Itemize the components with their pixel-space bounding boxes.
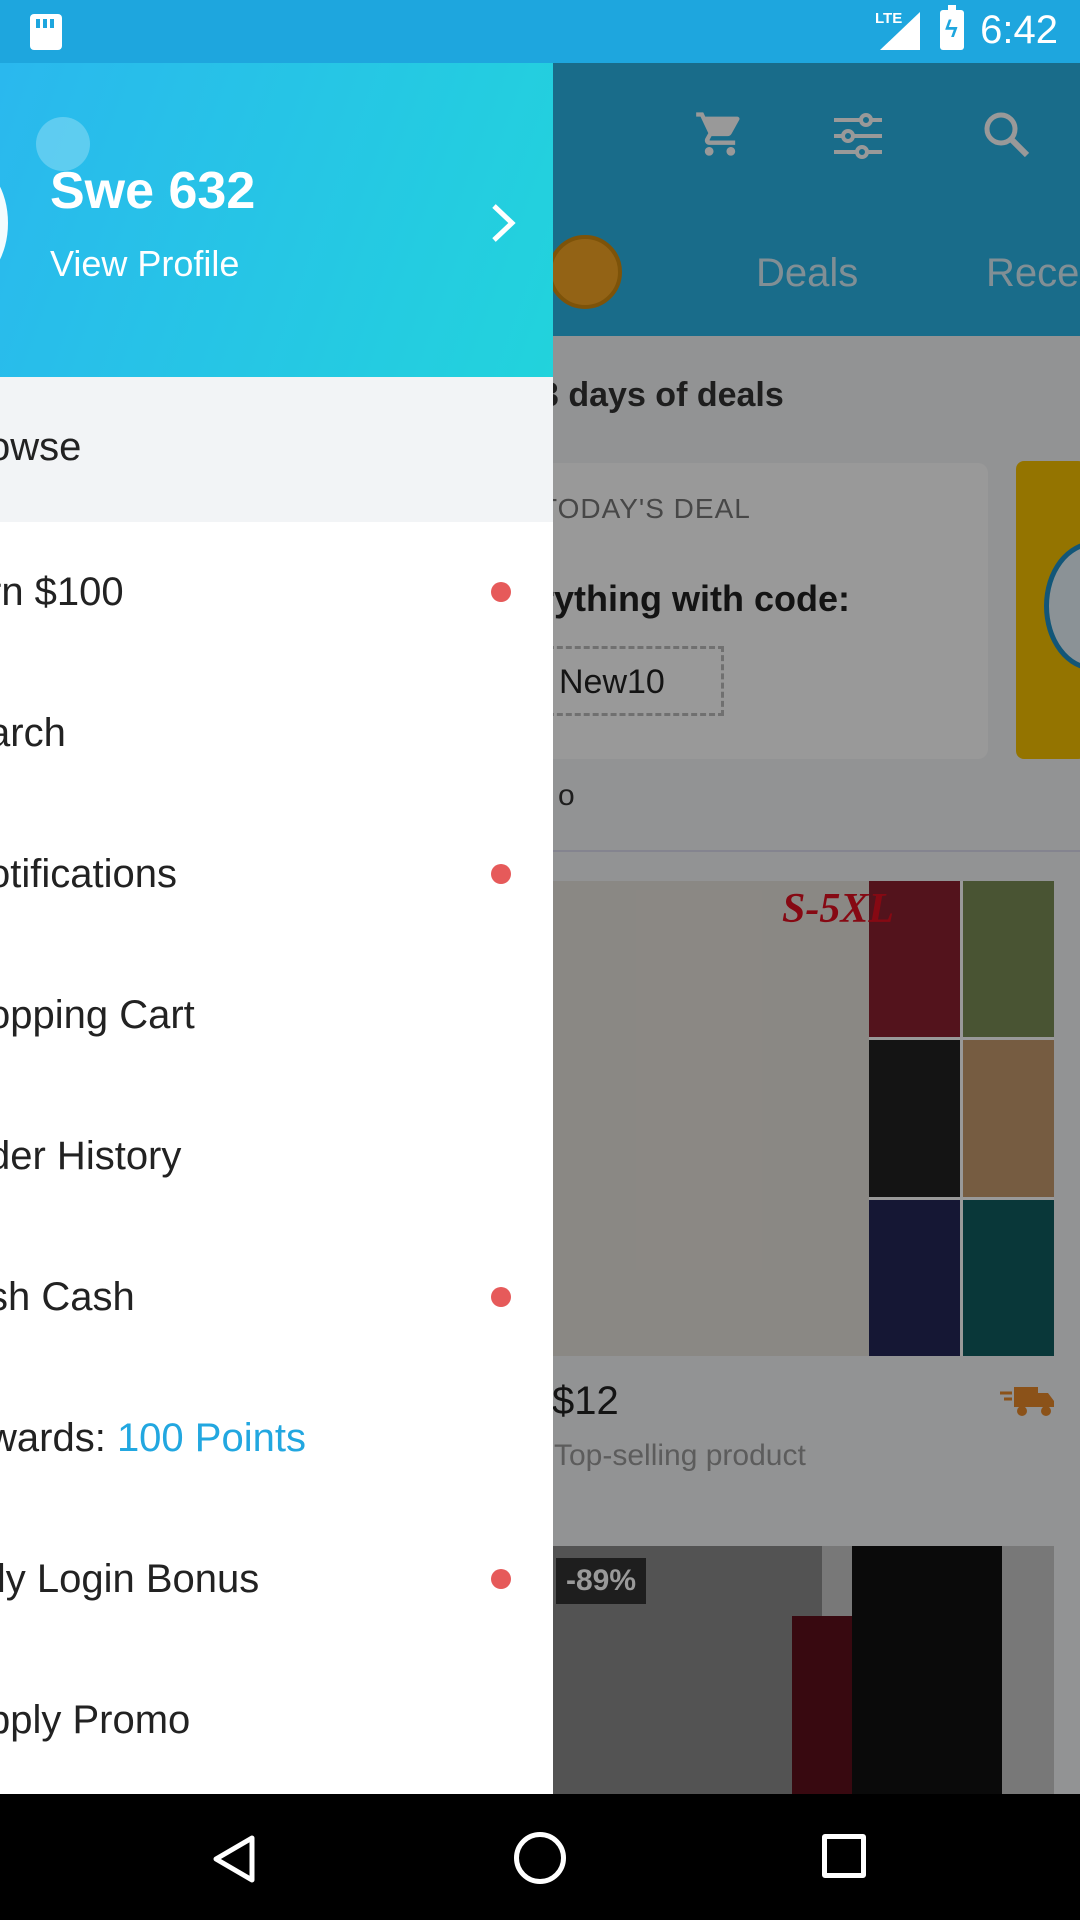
menu-item-cash[interactable]: sh Cash (0, 1227, 553, 1368)
menu-item-shopping-cart[interactable]: opping Cart (0, 945, 553, 1086)
menu-item-apply-promo[interactable]: pply Promo (0, 1650, 553, 1791)
menu-item-search[interactable]: arch (0, 663, 553, 804)
lte-label: LTE (875, 10, 903, 27)
system-nav-bar (0, 1794, 1080, 1920)
menu-item-label: owse (0, 425, 82, 469)
battery-charging-icon: ϟ (940, 5, 964, 50)
avatar[interactable] (0, 163, 8, 283)
view-profile-link[interactable]: View Profile (50, 243, 239, 285)
menu-item-label: pply Promo (0, 1698, 191, 1742)
drawer-menu: owse rn $100 arch otifications opping Ca… (0, 377, 553, 1791)
sd-card-icon (30, 14, 62, 50)
menu-item-label: sh Cash (0, 1275, 135, 1319)
status-bar: LTE ϟ 6:42 (0, 0, 1080, 63)
notification-dot (491, 1287, 511, 1307)
menu-item-label: rn $100 (0, 570, 124, 614)
menu-item-label: der History (0, 1134, 182, 1178)
recents-icon[interactable] (822, 1834, 866, 1878)
menu-item-earn[interactable]: rn $100 (0, 522, 553, 663)
menu-item-browse[interactable]: owse (0, 377, 553, 522)
back-icon[interactable] (210, 1834, 260, 1884)
menu-item-rewards[interactable]: wards: 100 Points (0, 1368, 553, 1509)
menu-item-label: ily Login Bonus (0, 1557, 260, 1601)
notification-dot (491, 582, 511, 602)
menu-item-label: wards: 100 Points (0, 1416, 306, 1460)
menu-item-label: opping Cart (0, 993, 195, 1037)
chevron-right-icon[interactable] (488, 198, 518, 248)
menu-item-daily-login-bonus[interactable]: ily Login Bonus (0, 1509, 553, 1650)
menu-item-label: otifications (0, 852, 177, 896)
menu-item-order-history[interactable]: der History (0, 1086, 553, 1227)
drawer-header[interactable]: Swe 632 View Profile (0, 63, 553, 377)
menu-item-notifications[interactable]: otifications (0, 804, 553, 945)
rewards-points: 100 Points (116, 1416, 306, 1460)
navigation-drawer: Swe 632 View Profile owse rn $100 arch o… (0, 63, 553, 1794)
notification-dot (491, 864, 511, 884)
home-icon[interactable] (514, 1832, 566, 1884)
clock: 6:42 (980, 8, 1058, 52)
notification-dot (491, 1569, 511, 1589)
menu-item-label: arch (0, 711, 66, 755)
profile-name: Swe 632 (50, 162, 256, 220)
